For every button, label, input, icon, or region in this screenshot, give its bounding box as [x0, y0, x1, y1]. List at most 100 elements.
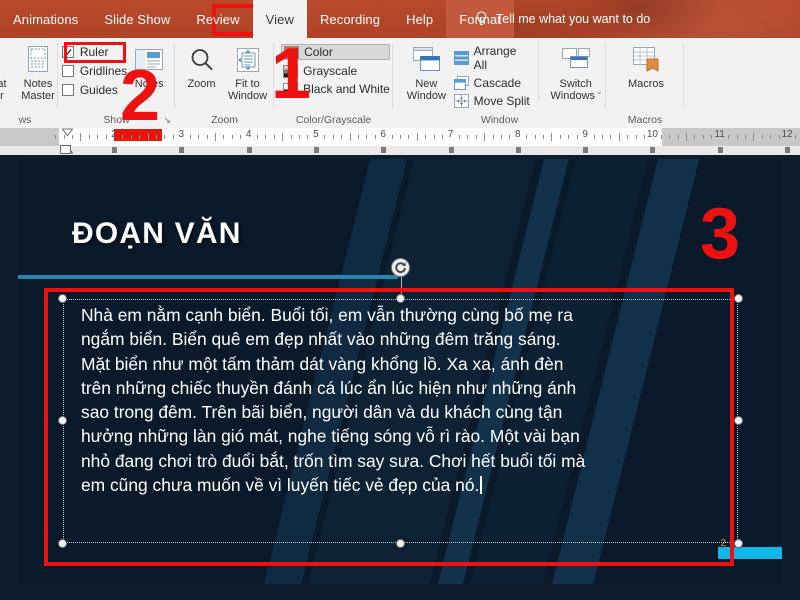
ruler-tick: [63, 135, 65, 139]
ruler-tab-stop[interactable]: [515, 147, 521, 153]
ruler-tab-stop[interactable]: [583, 147, 589, 153]
new-window-label-1: New: [415, 78, 438, 90]
ruler-tick: [265, 135, 267, 139]
new-window-button[interactable]: New Window: [399, 40, 454, 103]
ruler-number: 8: [515, 129, 521, 140]
macros-icon: [630, 44, 662, 76]
ruler-number: 2: [111, 129, 117, 140]
callout-box-ruler-checkbox: [64, 42, 126, 63]
notes-master-button[interactable]: Notes Master: [15, 40, 61, 103]
ruler-tick: [795, 135, 797, 139]
show-dialog-launcher[interactable]: ↘: [163, 115, 171, 126]
ruler-tick: [677, 135, 679, 139]
ruler-tab-stop[interactable]: [381, 147, 387, 153]
ruler-tick: [366, 135, 368, 139]
group-label-master-views: ws: [18, 114, 32, 126]
resize-handle-se[interactable]: [734, 539, 743, 548]
ruler-tick: [341, 135, 343, 139]
magnifier-icon: [188, 44, 216, 76]
ruler-number: 7: [447, 129, 454, 140]
ruler-tab-stop[interactable]: [112, 147, 117, 153]
macros-button[interactable]: Macros: [617, 40, 675, 90]
checkbox-gridlines[interactable]: Gridlines: [61, 64, 127, 78]
tab-review[interactable]: Review: [183, 0, 252, 38]
ruler-tick: [543, 135, 545, 139]
ruler-tab-stop[interactable]: [650, 147, 656, 153]
ruler-tick: [526, 135, 528, 139]
chevron-down-icon: ˇ: [598, 91, 602, 102]
notes-master-label-1: Notes: [23, 78, 53, 90]
group-label-zoom: Zoom: [211, 114, 238, 126]
group-zoom: Zoom Fit to Window Zoom: [175, 38, 274, 128]
left-indent-marker[interactable]: [60, 145, 71, 154]
checkbox-guides-box[interactable]: [61, 84, 74, 96]
group-window: New Window Arrange All Cascade Move Spli…: [393, 38, 606, 128]
rotate-icon: [395, 262, 406, 274]
handout-master-button[interactable]: at r: [0, 40, 15, 103]
ruler-tick: [694, 135, 696, 139]
ruler-tick: [273, 135, 275, 139]
ruler-tab-stop[interactable]: [785, 147, 790, 153]
ruler-number: 5: [313, 129, 319, 140]
ruler-tick: [349, 133, 351, 141]
tab-animations[interactable]: Animations: [0, 0, 91, 38]
ruler-tick: [240, 135, 242, 139]
arrange-all-icon: [453, 51, 469, 65]
resize-handle-ne[interactable]: [734, 294, 743, 303]
tab-slide-show[interactable]: Slide Show: [91, 0, 183, 38]
ruler-tick: [357, 135, 359, 139]
tell-me-text: Tell me what you want to do: [496, 12, 651, 26]
ruler-tick: [214, 133, 216, 141]
ruler-tick: [627, 135, 629, 139]
switch-windows-label-2: Windows: [550, 90, 596, 103]
ruler-tick: [728, 135, 730, 139]
ruler-tab-stop[interactable]: [717, 147, 723, 153]
fit-to-window-label-1: Fit to: [235, 78, 260, 90]
rotation-handle[interactable]: [391, 258, 410, 277]
cascade-label: Cascade: [473, 76, 522, 90]
group-label-window: Window: [480, 114, 519, 126]
ruler-tick: [467, 135, 469, 139]
ruler-tick: [492, 135, 494, 139]
ruler-tick: [475, 135, 477, 139]
ruler-tick: [702, 135, 704, 139]
ruler-tick: [618, 133, 620, 141]
lightbulb-icon: [476, 10, 487, 25]
ruler-tick: [71, 135, 73, 139]
tab-view[interactable]: View: [252, 0, 307, 38]
checkbox-gridlines-box[interactable]: [61, 65, 74, 77]
switch-windows-label-1: Switch: [559, 78, 592, 90]
ruler-tick: [408, 135, 410, 139]
ruler-tab-stop[interactable]: [313, 147, 319, 153]
ruler-tick: [257, 135, 258, 139]
ruler-tab-stop[interactable]: [179, 147, 185, 153]
tab-recording[interactable]: Recording: [307, 0, 393, 38]
zoom-button[interactable]: Zoom: [181, 40, 223, 90]
title-rule: [68, 275, 398, 279]
tell-me-search[interactable]: Tell me what you want to do: [475, 0, 650, 38]
tab-help[interactable]: Help: [393, 0, 446, 38]
new-window-label-2: Window: [406, 90, 446, 103]
fit-to-window-icon: [233, 44, 263, 76]
new-window-icon: [409, 44, 443, 76]
handout-master-label-2: r: [0, 90, 4, 103]
resize-handle-e[interactable]: [734, 416, 743, 425]
group-master-views: at r Notes Master ws: [0, 38, 58, 128]
macros-label: Macros: [627, 78, 665, 90]
move-split-icon: [453, 94, 469, 108]
ruler-tick: [736, 135, 738, 139]
ruler-tick: [500, 135, 502, 139]
switch-windows-button[interactable]: Switch Windows ˇ: [545, 40, 606, 103]
ruler-number: 9: [582, 129, 588, 140]
notes-master-icon: [25, 44, 51, 76]
move-split-button[interactable]: Move Split: [453, 94, 531, 108]
group-divider: [683, 43, 684, 108]
checkbox-guides[interactable]: Guides: [61, 83, 127, 97]
ruler-tab-stop[interactable]: [246, 147, 252, 153]
arrange-all-button[interactable]: Arrange All: [453, 44, 531, 72]
fit-to-window-button[interactable]: Fit to Window: [223, 40, 273, 103]
cascade-button[interactable]: Cascade: [453, 76, 531, 90]
ruler-tick: [770, 135, 772, 139]
ruler-tab-stop[interactable]: [448, 147, 454, 153]
slide-title[interactable]: ĐOẠN VĂN: [72, 217, 242, 251]
